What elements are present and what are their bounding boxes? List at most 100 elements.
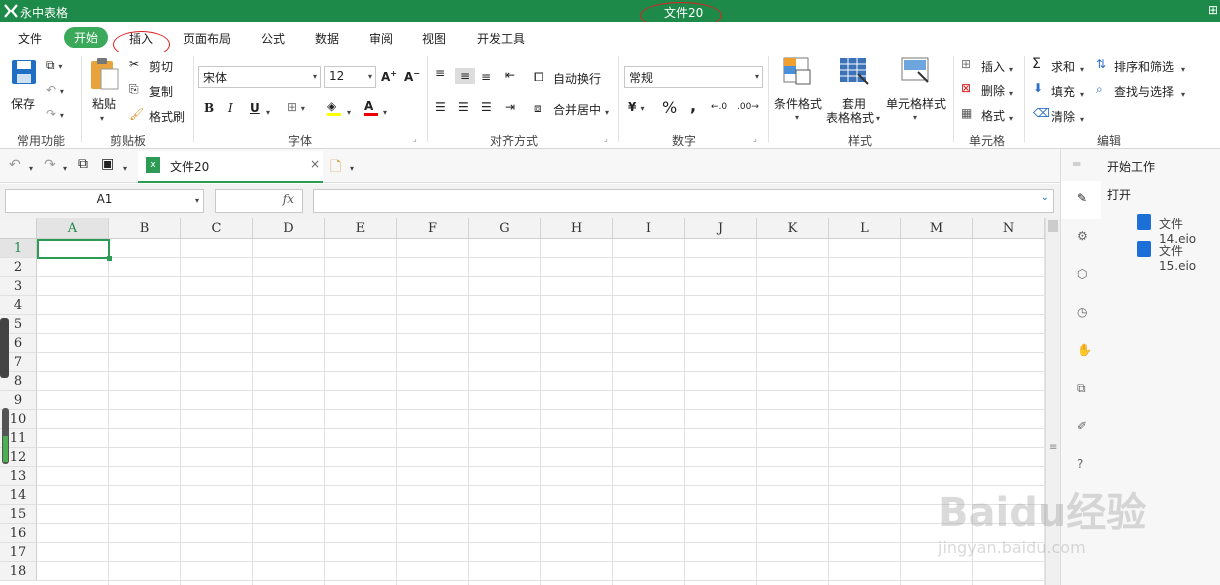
spreadsheet-grid[interactable]: ABCDEFGHIJKLMN 1 2 3 4 5 6 7 8 9 10 11 12 13 14 15 16 17…: [0, 218, 1060, 585]
column-header[interactable]: B: [109, 218, 181, 239]
align-middle-icon[interactable]: ≡: [455, 68, 476, 84]
find-select-button[interactable]: 查找与选择: [1114, 83, 1174, 100]
fill-color-icon[interactable]: ◈: [327, 99, 341, 116]
insert-cells-button[interactable]: 插入: [981, 58, 1005, 75]
row-header[interactable]: 4: [0, 296, 37, 315]
align-left-icon[interactable]: ☰: [435, 100, 446, 114]
print-preview-icon[interactable]: ⧉ ▾: [46, 58, 62, 73]
underline-button[interactable]: U: [250, 101, 260, 115]
name-box[interactable]: A1 ▾: [5, 189, 204, 213]
find-icon[interactable]: ⌕: [1096, 82, 1103, 97]
merge-icon[interactable]: ⧈: [534, 101, 542, 116]
formula-input[interactable]: ⌄: [313, 189, 1054, 213]
clock-icon[interactable]: ◷: [1077, 305, 1095, 323]
menu-page-layout[interactable]: 页面布局: [183, 30, 231, 47]
active-cell[interactable]: [37, 239, 110, 259]
italic-button[interactable]: I: [228, 101, 233, 115]
cell-style-icon[interactable]: [900, 56, 932, 86]
select-all-corner[interactable]: [0, 218, 37, 239]
grow-font-icon[interactable]: A+: [381, 69, 397, 84]
hand-icon[interactable]: ✋: [1077, 343, 1095, 361]
menu-home[interactable]: 开始: [64, 27, 109, 48]
expand-formula-icon[interactable]: ⌄: [1041, 192, 1049, 203]
column-header[interactable]: C: [181, 218, 253, 239]
column-header[interactable]: I: [613, 218, 685, 239]
percent-button[interactable]: %: [662, 98, 677, 117]
edit-icon[interactable]: ✐: [1077, 419, 1095, 437]
row-header[interactable]: 14: [0, 486, 37, 505]
column-header[interactable]: M: [901, 218, 973, 239]
conditional-format-icon[interactable]: [782, 56, 812, 86]
currency-button[interactable]: ¥ ▾: [628, 100, 645, 114]
number-format-select[interactable]: 常规 ▾: [624, 66, 763, 88]
copy-icon[interactable]: ⎘: [129, 82, 139, 97]
cube-icon[interactable]: ⬡: [1077, 267, 1095, 285]
insert-cells-icon[interactable]: ⊞: [961, 57, 971, 71]
increase-decimal-icon[interactable]: ←.0: [711, 102, 727, 112]
fx-box[interactable]: fx: [215, 189, 303, 213]
column-header[interactable]: L: [829, 218, 901, 239]
indent-icon[interactable]: ⇤: [505, 68, 515, 82]
delete-cells-button[interactable]: 删除: [981, 82, 1005, 99]
column-header[interactable]: K: [757, 218, 829, 239]
scroll-thumb[interactable]: [1048, 220, 1058, 232]
row-header[interactable]: 1: [0, 239, 37, 258]
delete-cells-icon[interactable]: ⊠: [961, 81, 971, 95]
align-top-icon[interactable]: ≡: [435, 66, 445, 80]
format-cells-icon[interactable]: ▦: [961, 106, 972, 120]
wrap-text-button[interactable]: 自动换行: [553, 70, 601, 87]
undo-icon[interactable]: ↶: [9, 157, 21, 173]
shrink-font-icon[interactable]: A−: [404, 69, 420, 84]
row-header[interactable]: 15: [0, 505, 37, 524]
pencil-icon[interactable]: ✎: [1077, 191, 1095, 209]
font-dialog-launcher-icon[interactable]: ⌟: [413, 134, 417, 143]
table-format-button[interactable]: 表格格式: [826, 109, 874, 126]
tab-document[interactable]: x 文件20 ×: [138, 151, 323, 183]
splitter-icon[interactable]: ≡: [1049, 442, 1057, 453]
decrease-decimal-icon[interactable]: .00→: [737, 102, 759, 112]
clear-button[interactable]: 清除: [1051, 108, 1075, 125]
copy-icon[interactable]: ⧉: [1077, 381, 1095, 399]
sort-filter-icon[interactable]: ⇅: [1096, 57, 1106, 71]
row-header[interactable]: 3: [0, 277, 37, 296]
font-name-select[interactable]: 宋体 ▾: [198, 66, 321, 88]
format-painter-button[interactable]: 格式刷: [149, 108, 185, 125]
fill-icon[interactable]: ⬇: [1033, 81, 1043, 95]
font-size-select[interactable]: 12 ▾: [324, 66, 376, 88]
paste-icon[interactable]: [88, 57, 120, 91]
menu-review[interactable]: 审阅: [369, 30, 393, 47]
help-icon[interactable]: ?: [1077, 457, 1095, 475]
wrap-text-icon[interactable]: ⧠: [534, 70, 544, 85]
column-header[interactable]: N: [973, 218, 1045, 239]
column-header[interactable]: H: [541, 218, 613, 239]
menu-developer[interactable]: 开发工具: [477, 30, 525, 47]
format-painter-icon[interactable]: 🖌: [129, 107, 144, 121]
print-preview-icon[interactable]: ⧉: [78, 156, 88, 172]
settings-sliders-icon[interactable]: ⚙: [1077, 229, 1095, 247]
outdent-icon[interactable]: ⇥: [505, 100, 515, 114]
save-button[interactable]: 保存: [11, 95, 35, 112]
align-dialog-launcher-icon[interactable]: ⌟: [604, 134, 608, 143]
menu-view[interactable]: 视图: [422, 30, 446, 47]
border-icon[interactable]: ⊞ ▾: [287, 100, 305, 114]
cut-button[interactable]: 剪切: [149, 58, 173, 75]
sum-button[interactable]: 求和: [1051, 58, 1075, 75]
save-icon[interactable]: ▣: [101, 156, 114, 172]
copy-button[interactable]: 复制: [149, 83, 173, 100]
font-color-button[interactable]: A: [364, 99, 378, 116]
redo-icon[interactable]: ↷: [44, 157, 56, 173]
clear-icon[interactable]: ⌫: [1033, 106, 1050, 120]
table-format-icon[interactable]: [838, 56, 870, 86]
recent-file-2[interactable]: 文件15.eio: [1159, 242, 1220, 273]
column-header[interactable]: F: [397, 218, 469, 239]
row-header[interactable]: 16: [0, 524, 37, 543]
comma-button[interactable]: ,: [690, 96, 696, 115]
redo-icon[interactable]: ↷ ▾: [46, 107, 64, 121]
column-header[interactable]: J: [685, 218, 757, 239]
row-header[interactable]: 18: [0, 562, 37, 581]
menu-formula[interactable]: 公式: [261, 30, 285, 47]
row-header[interactable]: 13: [0, 467, 37, 486]
number-dialog-launcher-icon[interactable]: ⌟: [753, 134, 757, 143]
close-tab-icon[interactable]: ×: [310, 157, 320, 171]
sum-icon[interactable]: Σ: [1032, 56, 1041, 72]
